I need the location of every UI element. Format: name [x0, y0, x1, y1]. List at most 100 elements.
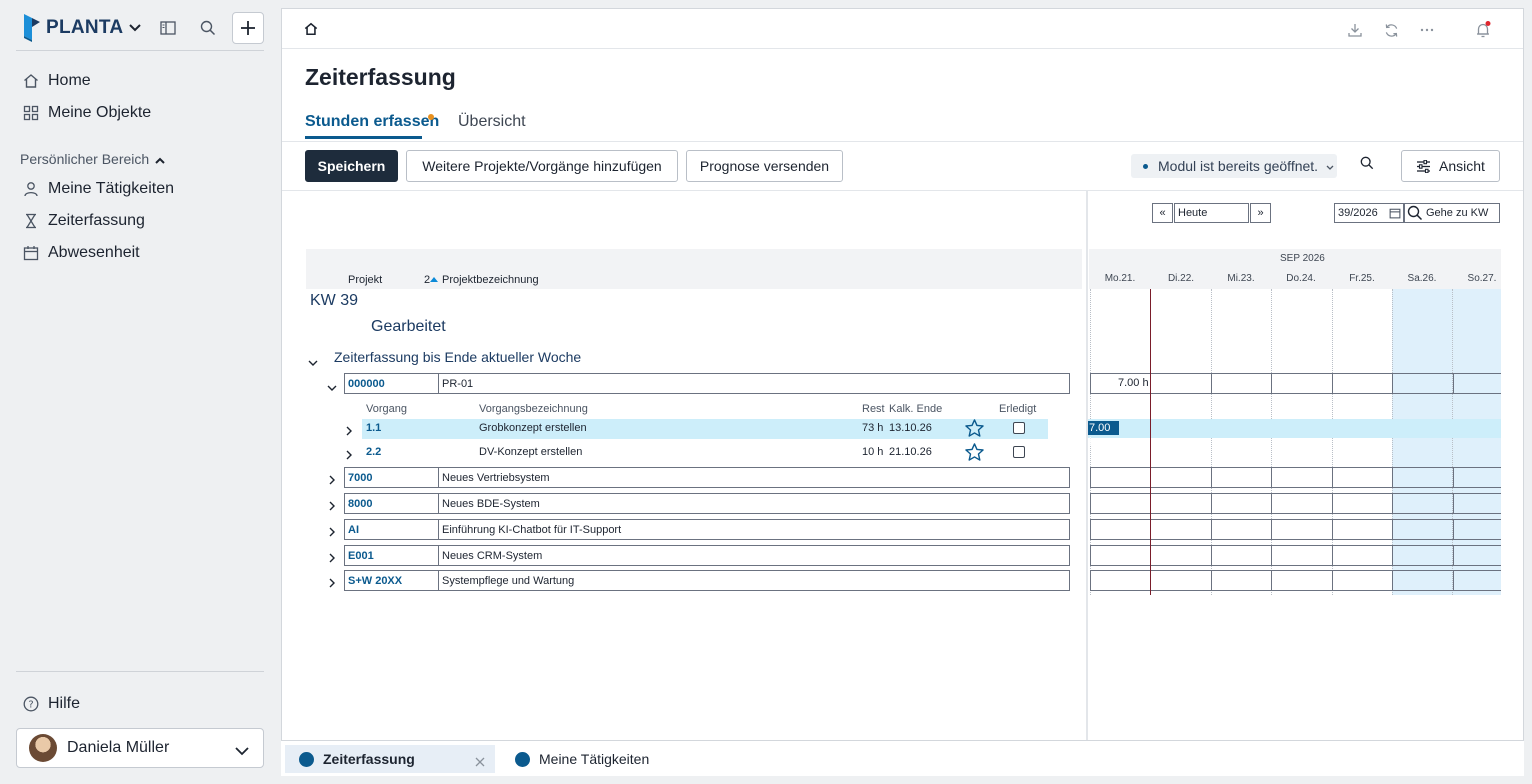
chevron-down-icon[interactable] — [308, 354, 318, 366]
chevron-down-icon[interactable] — [327, 379, 337, 391]
home-icon[interactable] — [304, 22, 318, 41]
sidebar-toggle-icon[interactable] — [156, 16, 180, 40]
day-cell[interactable] — [1332, 520, 1333, 539]
day-cell[interactable] — [1332, 468, 1333, 487]
chevron-right-icon[interactable] — [329, 524, 339, 537]
day-cell[interactable] — [1271, 374, 1272, 393]
day-cell[interactable] — [1392, 571, 1393, 590]
user-menu[interactable]: Daniela Müller — [16, 728, 264, 768]
day-cell[interactable] — [1453, 374, 1454, 393]
day-cell[interactable] — [1453, 571, 1454, 590]
day-cell[interactable] — [1271, 546, 1272, 565]
section-persoenlicher-bereich[interactable]: Persönlicher Bereich — [20, 151, 165, 167]
chevron-right-icon[interactable] — [329, 472, 339, 485]
nav-meine-taetigkeiten[interactable]: Meine Tätigkeiten — [22, 180, 174, 198]
goto-week-field[interactable]: Gehe zu KW — [1404, 203, 1500, 223]
day-cell[interactable] — [1211, 546, 1212, 565]
day-cell[interactable] — [1211, 468, 1212, 487]
day-cell[interactable] — [1392, 546, 1393, 565]
refresh-icon[interactable] — [1382, 21, 1400, 39]
table-row[interactable]: S+W 20XX Systempflege und Wartung — [344, 570, 1070, 591]
task-id[interactable]: 1.1 — [366, 422, 381, 434]
today-field[interactable]: Heute — [1174, 203, 1249, 223]
day-cell[interactable] — [1090, 571, 1091, 590]
download-icon[interactable] — [1346, 21, 1364, 39]
chevron-right-icon[interactable] — [346, 447, 356, 460]
week-field[interactable]: 39/2026 — [1334, 203, 1404, 223]
table-row[interactable]: E001 Neues CRM-System — [344, 545, 1070, 566]
list-item[interactable]: 2.2 DV-Konzept erstellen 10 h 21.10.26 — [362, 443, 1048, 463]
star-icon[interactable] — [965, 443, 984, 464]
done-checkbox[interactable] — [1013, 446, 1025, 458]
pane-splitter[interactable] — [1086, 191, 1088, 741]
day-cell[interactable] — [1090, 546, 1091, 565]
tab-uebersicht[interactable]: Übersicht — [458, 113, 526, 131]
day-cell[interactable] — [1211, 520, 1212, 539]
day-cell[interactable] — [1090, 468, 1091, 487]
more-icon[interactable] — [1418, 21, 1436, 39]
close-icon[interactable] — [475, 754, 485, 770]
project-id[interactable]: E001 — [345, 546, 439, 565]
calendar-row[interactable] — [1090, 519, 1501, 540]
calendar-icon[interactable] — [1389, 207, 1401, 222]
day-cell[interactable] — [1392, 494, 1393, 513]
view-button[interactable]: Ansicht — [1401, 150, 1500, 182]
calendar-row[interactable] — [1090, 493, 1501, 514]
add-button[interactable] — [232, 12, 264, 44]
day-cell[interactable] — [1332, 571, 1333, 590]
day-cell[interactable] — [1271, 520, 1272, 539]
calendar-row[interactable]: 7.00 h — [1090, 373, 1501, 394]
table-row[interactable]: 000000 PR-01 — [344, 373, 1070, 394]
next-week-button[interactable]: » — [1250, 203, 1271, 223]
day-cell[interactable] — [1090, 494, 1091, 513]
list-item[interactable]: 1.1 Grobkonzept erstellen 73 h 13.10.26 — [362, 419, 1048, 439]
project-id[interactable]: 000000 — [345, 374, 439, 393]
chevron-right-icon[interactable] — [329, 575, 339, 588]
day-cell[interactable] — [1271, 571, 1272, 590]
save-button[interactable]: Speichern — [305, 150, 398, 182]
brand-menu[interactable]: PLANTA — [22, 14, 142, 42]
project-id[interactable]: 8000 — [345, 494, 439, 513]
day-cell[interactable] — [1453, 546, 1454, 565]
day-cell[interactable] — [1453, 494, 1454, 513]
col-sort-index[interactable]: 2 — [424, 274, 438, 286]
star-icon[interactable] — [965, 419, 984, 440]
day-cell[interactable] — [1211, 571, 1212, 590]
calendar-selected-cell[interactable]: 7.00 h — [1088, 421, 1119, 448]
table-row[interactable]: AI Einführung KI-Chatbot für IT-Support — [344, 519, 1070, 540]
chevron-right-icon[interactable] — [329, 498, 339, 511]
search-icon[interactable] — [1360, 156, 1374, 175]
col-header-projekt[interactable]: Projekt — [348, 274, 382, 286]
calendar-row[interactable] — [1090, 570, 1501, 591]
nav-abwesenheit[interactable]: Abwesenheit — [22, 244, 140, 262]
group-zeiterfassung[interactable]: Zeiterfassung bis Ende aktueller Woche — [334, 349, 581, 365]
done-checkbox[interactable] — [1013, 422, 1025, 434]
nav-home[interactable]: Home — [22, 72, 91, 90]
day-cell[interactable] — [1211, 374, 1212, 393]
tab-stunden-erfassen[interactable]: Stunden erfassen — [305, 113, 439, 131]
calendar-row[interactable] — [1090, 467, 1501, 488]
day-cell[interactable] — [1453, 520, 1454, 539]
nav-meine-objekte[interactable]: Meine Objekte — [22, 104, 151, 122]
nav-zeiterfassung[interactable]: Zeiterfassung — [22, 212, 145, 230]
day-cell[interactable] — [1453, 468, 1454, 487]
bell-icon[interactable] — [1474, 21, 1492, 39]
project-id[interactable]: 7000 — [345, 468, 439, 487]
project-id[interactable]: AI — [345, 520, 439, 539]
bottom-tab-meine-taetigkeiten[interactable]: Meine Tätigkeiten — [515, 745, 649, 773]
send-forecast-button[interactable]: Prognose versenden — [686, 150, 843, 182]
calendar-row[interactable] — [1090, 545, 1501, 566]
search-icon[interactable] — [196, 16, 220, 40]
day-cell[interactable] — [1211, 494, 1212, 513]
day-cell[interactable] — [1332, 546, 1333, 565]
col-header-projektbezeichnung[interactable]: Projektbezeichnung — [442, 274, 539, 286]
chevron-right-icon[interactable] — [329, 550, 339, 563]
module-status-dropdown[interactable]: Modul ist bereits geöffnet. — [1131, 154, 1337, 178]
nav-hilfe[interactable]: ? Hilfe — [22, 695, 80, 713]
day-cell[interactable] — [1392, 468, 1393, 487]
add-projects-button[interactable]: Weitere Projekte/Vorgänge hinzufügen — [406, 150, 678, 182]
project-id[interactable]: S+W 20XX — [345, 571, 439, 590]
table-row[interactable]: 7000 Neues Vertriebsystem — [344, 467, 1070, 488]
task-id[interactable]: 2.2 — [366, 446, 381, 458]
day-cell[interactable] — [1271, 468, 1272, 487]
